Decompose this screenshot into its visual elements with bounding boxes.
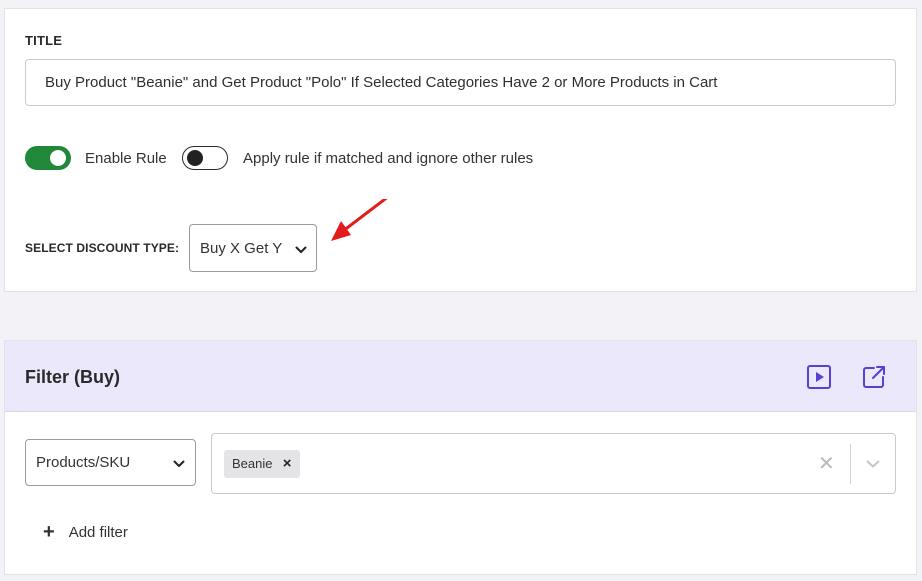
chip-label: Beanie [232, 456, 273, 471]
red-arrow-icon [331, 199, 388, 241]
add-filter-button[interactable]: + Add filter [43, 521, 128, 544]
filter-header: Filter (Buy) [5, 341, 916, 412]
selected-item-chip: Beanie × [224, 450, 301, 478]
apply-rule-label: Apply rule if matched and ignore other r… [243, 150, 534, 167]
filter-buy-card: Filter (Buy) Products/SKU Beanie × ✕ + Ad… [4, 340, 917, 575]
apply-rule-toggle[interactable] [182, 146, 228, 170]
enable-rule-toggle[interactable] [25, 146, 71, 170]
enable-rule-label: Enable Rule [85, 150, 167, 167]
filter-title: Filter (Buy) [25, 367, 121, 387]
product-multiselect[interactable]: Beanie × ✕ [211, 433, 896, 494]
discount-type-label: SELECT DISCOUNT TYPE: [25, 241, 180, 255]
select-divider [850, 444, 851, 484]
chevron-down-icon[interactable] [866, 460, 880, 468]
chevron-down-icon [173, 460, 185, 467]
toggle-knob [50, 150, 66, 166]
external-link-icon[interactable] [861, 364, 887, 390]
add-filter-label: Add filter [68, 524, 128, 541]
toggle-knob [187, 149, 203, 166]
chevron-down-icon [295, 246, 307, 253]
filter-type-select[interactable]: Products/SKU [25, 439, 196, 486]
remove-chip-icon[interactable]: × [283, 450, 292, 478]
clear-all-icon[interactable]: ✕ [818, 451, 835, 476]
filter-type-value: Products/SKU [36, 454, 131, 471]
discount-type-value: Buy X Get Y [200, 240, 283, 257]
discount-type-select[interactable]: Buy X Get Y [189, 224, 317, 272]
play-square-icon[interactable] [806, 364, 832, 390]
plus-icon: + [43, 521, 55, 543]
rule-settings-card: TITLE Enable Rule Apply rule if matched … [4, 8, 917, 292]
title-label: TITLE [25, 33, 63, 48]
title-input[interactable] [25, 59, 896, 106]
